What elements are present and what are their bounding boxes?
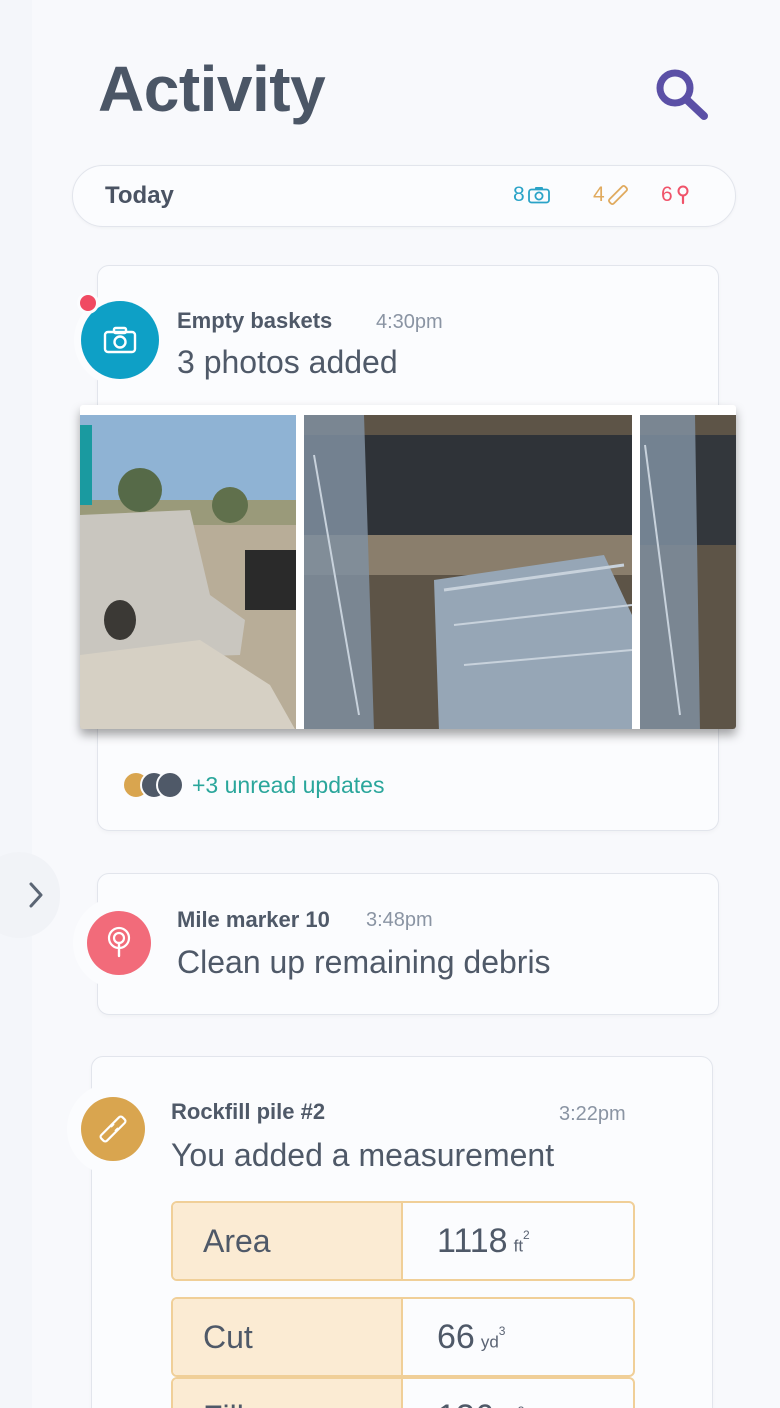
camera-icon <box>527 187 550 204</box>
photo-thumbnail[interactable] <box>80 415 296 729</box>
item-description: 3 photos added <box>177 344 398 380</box>
measurement-label: Area <box>173 1203 403 1279</box>
item-time: 3:48pm <box>366 909 433 931</box>
measurement-unit: ft2 <box>513 1227 530 1256</box>
activity-card-measurement[interactable]: Rockfill pile #2 3:22pm You added a meas… <box>91 1056 713 1408</box>
activity-avatar-measurement <box>67 1083 159 1175</box>
photo-concrete-manhole <box>80 415 296 729</box>
avatar-bubble <box>156 771 184 799</box>
item-title: Empty baskets <box>177 308 333 333</box>
measurement-value: 136 yd3 <box>403 1379 633 1408</box>
day-summary-bar[interactable]: Today 8 4 6 <box>72 165 736 227</box>
measurement-row-cut: Cut 66 yd3 <box>171 1297 635 1377</box>
measurement-value: 66 yd3 <box>403 1299 633 1375</box>
activity-avatar-pin <box>73 897 165 989</box>
ruler-icon <box>607 185 628 205</box>
measurement-value: 1118 ft2 <box>403 1203 633 1279</box>
unread-updates-label: +3 unread updates <box>192 771 385 798</box>
measurements-count-value: 4 <box>593 183 605 206</box>
unread-avatars <box>122 769 188 801</box>
camera-icon <box>103 326 137 354</box>
pin-icon <box>677 185 689 205</box>
item-time: 4:30pm <box>376 311 443 333</box>
search-button[interactable] <box>652 66 712 126</box>
measurements-count: 4 <box>593 183 628 207</box>
day-label: Today <box>105 182 174 209</box>
item-time: 3:22pm <box>559 1103 626 1125</box>
photos-count-value: 8 <box>513 183 525 206</box>
measurement-number: 1118 <box>437 1221 508 1260</box>
measurement-row-area: Area 1118 ft2 <box>171 1201 635 1281</box>
ruler-icon <box>99 1115 127 1143</box>
photo-gabion-wire <box>640 415 736 729</box>
pins-count-value: 6 <box>661 183 673 206</box>
activity-card-pin[interactable]: Mile marker 10 3:48pm Clean up remaining… <box>97 873 719 1015</box>
measurement-number: 66 <box>437 1317 475 1356</box>
photo-thumbnail[interactable] <box>640 415 736 729</box>
photo-gabion-basket <box>304 415 632 729</box>
location-pin-icon <box>107 926 131 958</box>
measurement-number: 136 <box>437 1398 494 1408</box>
unread-updates-link[interactable]: +3 unread updates <box>122 769 384 801</box>
pins-count: 6 <box>661 183 690 207</box>
unread-indicator <box>77 292 99 314</box>
item-description: You added a measurement <box>171 1137 555 1173</box>
search-icon <box>656 69 708 120</box>
measurement-unit: yd3 <box>480 1323 506 1352</box>
page-title: Activity <box>98 53 326 125</box>
photo-strip[interactable] <box>80 405 736 729</box>
item-title: Rockfill pile #2 <box>171 1099 326 1124</box>
item-description: Clean up remaining debris <box>177 944 551 980</box>
item-title: Mile marker 10 <box>177 907 330 932</box>
measurement-row-fill: Fill 136 yd3 <box>171 1377 635 1408</box>
measurement-label: Fill <box>173 1379 403 1408</box>
photos-count: 8 <box>513 183 550 207</box>
measurement-label: Cut <box>173 1299 403 1375</box>
photo-thumbnail[interactable] <box>304 415 632 729</box>
chevron-right-icon <box>29 882 43 908</box>
